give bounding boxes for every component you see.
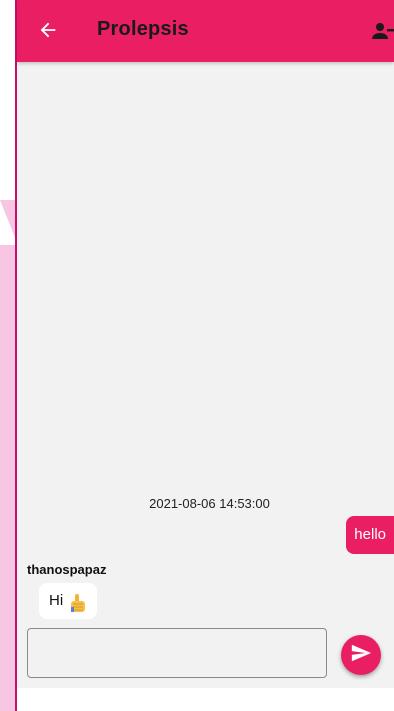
page-title: Prolepsis <box>97 18 189 40</box>
thumbs-up-icon <box>69 591 87 612</box>
message-timestamp: 2021-08-06 14:53:00 <box>149 496 270 511</box>
incoming-message-bubble: Hi <box>39 583 98 619</box>
message-text: Hi <box>49 592 64 609</box>
message-input[interactable] <box>27 628 327 678</box>
send-button[interactable] <box>341 635 381 675</box>
user-remove-icon[interactable] <box>372 22 394 40</box>
send-icon <box>350 642 372 669</box>
arrow-left-icon[interactable] <box>37 19 59 41</box>
bottom-area <box>17 688 394 711</box>
sender-name: thanospapaz <box>27 562 107 577</box>
chat-screen: Prolepsis 2021-08-06 14:53:00 hello than… <box>15 0 394 711</box>
app-bar: Prolepsis <box>17 0 394 62</box>
outgoing-message-bubble: hello <box>346 516 394 554</box>
screen: Prolepsis 2021-08-06 14:53:00 hello than… <box>0 0 394 711</box>
